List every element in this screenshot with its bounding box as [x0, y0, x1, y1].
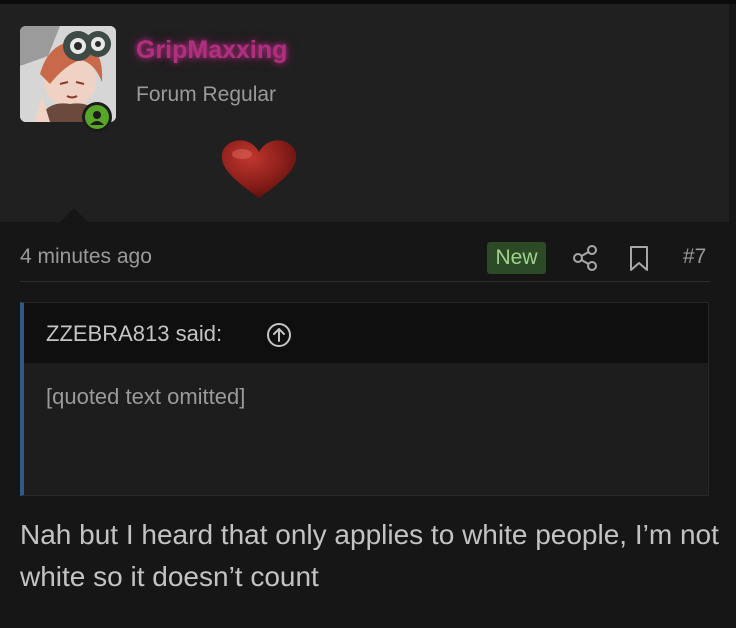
- new-badge: New: [487, 242, 546, 274]
- quote-header: ZZEBRA813 said:: [24, 303, 708, 363]
- post-number-link[interactable]: #7: [683, 245, 706, 269]
- user-info-block: GripMaxxing Forum Regular: [0, 4, 729, 226]
- quote-block: ZZEBRA813 said: [quoted text omitted]: [20, 302, 709, 496]
- user-title: Forum Regular: [136, 83, 277, 106]
- share-icon[interactable]: [572, 244, 598, 272]
- divider: [20, 281, 710, 282]
- post-pointer: [56, 208, 92, 226]
- online-status-indicator: [82, 102, 112, 132]
- quote-text: [quoted text omitted]: [46, 384, 246, 409]
- username[interactable]: GripMaxxing: [136, 36, 287, 65]
- arrow-up-circle-icon[interactable]: [266, 322, 292, 348]
- user-icon: [90, 111, 104, 125]
- quote-author[interactable]: ZZEBRA813 said:: [46, 321, 222, 347]
- bookmark-icon[interactable]: [627, 245, 651, 272]
- post-timestamp[interactable]: 4 minutes ago: [20, 245, 152, 269]
- post-body: Nah but I heard that only applies to whi…: [20, 519, 719, 592]
- heart-icon: [221, 140, 297, 198]
